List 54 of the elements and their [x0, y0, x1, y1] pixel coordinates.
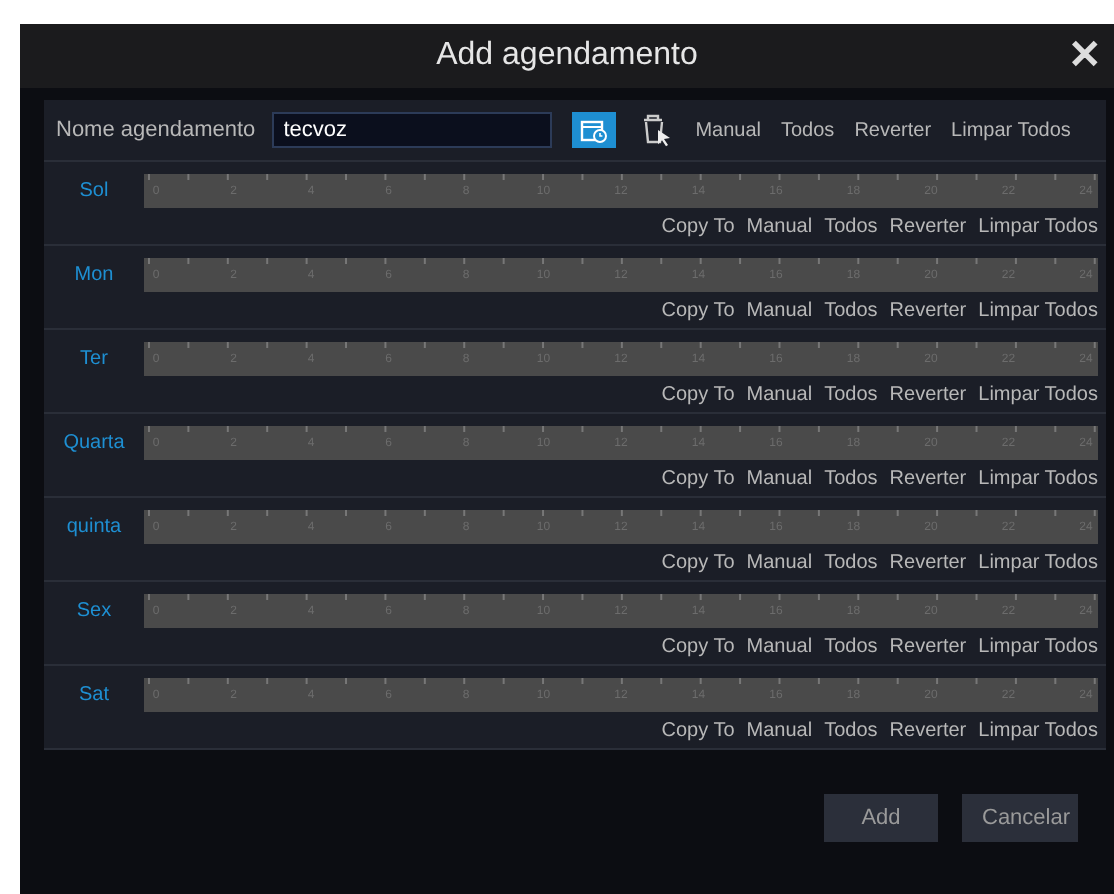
window-title: Add agendamento	[436, 38, 698, 74]
close-button[interactable]: ✕	[1060, 32, 1110, 80]
toolbar-link[interactable]: Reverter	[850, 119, 936, 141]
day-action-link[interactable]: Limpar Todos	[974, 468, 1102, 490]
day-action-link[interactable]: Reverter	[885, 384, 971, 406]
day-action-link[interactable]: Copy To	[657, 720, 739, 742]
day-label: Sex	[74, 600, 114, 622]
day-action-link[interactable]: Limpar Todos	[974, 720, 1102, 742]
toolbar-link[interactable]: Limpar Todos	[947, 119, 1075, 141]
day-action-link[interactable]: Reverter	[885, 636, 971, 658]
name-label: Nome agendamento	[56, 118, 256, 142]
day-label: Sat	[76, 684, 111, 706]
day-action-link[interactable]: Manual	[742, 384, 817, 406]
toolbar-link[interactable]: Manual	[691, 119, 765, 141]
day-action-link[interactable]: Copy To	[657, 552, 739, 574]
day-action-link[interactable]: Todos	[820, 468, 882, 490]
toolbar-link[interactable]: Todos	[777, 119, 839, 141]
day-action-link[interactable]: Copy To	[657, 468, 739, 490]
name-input-field[interactable]: tecvoz	[271, 112, 552, 148]
day-action-link[interactable]: Copy To	[657, 300, 739, 322]
calendar-clock-button[interactable]	[571, 112, 616, 148]
day-action-link[interactable]: Limpar Todos	[974, 636, 1102, 658]
day-action-link[interactable]: Copy To	[657, 636, 739, 658]
day-label: Ter	[78, 348, 110, 370]
day-action-link[interactable]: Reverter	[885, 720, 971, 742]
day-label: Mon	[72, 264, 116, 286]
day-action-link[interactable]: Limpar Todos	[974, 216, 1102, 238]
day-label: Quarta	[61, 432, 127, 454]
day-action-link[interactable]: Todos	[820, 636, 882, 658]
day-action-link[interactable]: Manual	[742, 552, 817, 574]
calendar-clock-icon	[579, 117, 608, 143]
day-action-link[interactable]: Manual	[742, 468, 817, 490]
day-action-link[interactable]: Manual	[742, 720, 817, 742]
day-action-link[interactable]: Reverter	[885, 552, 971, 574]
day-action-link[interactable]: Copy To	[657, 384, 739, 406]
day-action-link[interactable]: Todos	[820, 552, 882, 574]
day-action-link[interactable]: Copy To	[657, 216, 739, 238]
day-action-link[interactable]: Reverter	[885, 300, 971, 322]
day-action-link[interactable]: Limpar Todos	[974, 552, 1102, 574]
day-action-link[interactable]: Limpar Todos	[974, 300, 1102, 322]
day-label: Sol	[77, 180, 111, 202]
day-action-link[interactable]: Manual	[742, 300, 817, 322]
day-label: quinta	[64, 516, 124, 538]
day-action-link[interactable]: Todos	[820, 300, 882, 322]
day-action-link[interactable]: Todos	[820, 384, 882, 406]
day-action-link[interactable]: Manual	[742, 636, 817, 658]
day-action-link[interactable]: Reverter	[885, 216, 971, 238]
day-action-link[interactable]: Limpar Todos	[974, 384, 1102, 406]
day-action-link[interactable]: Todos	[820, 216, 882, 238]
add-button[interactable]: Add	[824, 794, 938, 842]
day-action-link[interactable]: Manual	[742, 216, 817, 238]
cancel-button[interactable]: Cancelar	[962, 794, 1078, 842]
day-action-link[interactable]: Todos	[820, 720, 882, 742]
day-action-link[interactable]: Reverter	[885, 468, 971, 490]
